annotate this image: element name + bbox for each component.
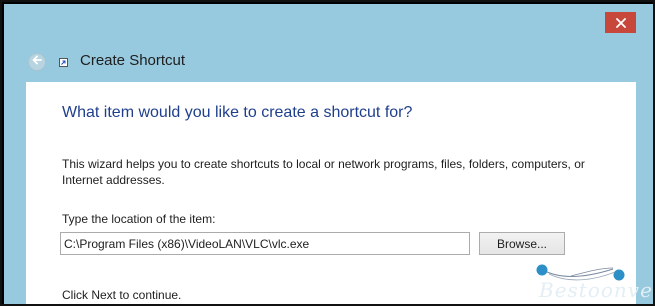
location-input[interactable] xyxy=(60,232,470,255)
wizard-description: This wizard helps you to create shortcut… xyxy=(62,157,585,187)
watermark-logo: Bestoonve xyxy=(531,260,652,304)
shortcut-arrow-icon xyxy=(59,58,68,67)
close-button[interactable] xyxy=(605,12,636,33)
wizard-heading: What item would you like to create a sho… xyxy=(62,104,413,121)
window-title: Create Shortcut xyxy=(80,52,186,69)
location-label: Type the location of the item: xyxy=(62,212,216,226)
watermark-text: Bestoonve xyxy=(539,278,653,302)
back-button[interactable] xyxy=(28,53,46,71)
back-arrow-icon xyxy=(31,53,43,71)
close-icon xyxy=(615,17,626,28)
create-shortcut-window: Create Shortcut What item would you like… xyxy=(4,4,653,304)
browse-button[interactable]: Browse... xyxy=(479,232,565,255)
next-hint-text: Click Next to continue. xyxy=(62,288,182,302)
screenshot-frame: Create Shortcut What item would you like… xyxy=(0,0,655,306)
wizard-content-panel: What item would you like to create a sho… xyxy=(26,82,652,304)
